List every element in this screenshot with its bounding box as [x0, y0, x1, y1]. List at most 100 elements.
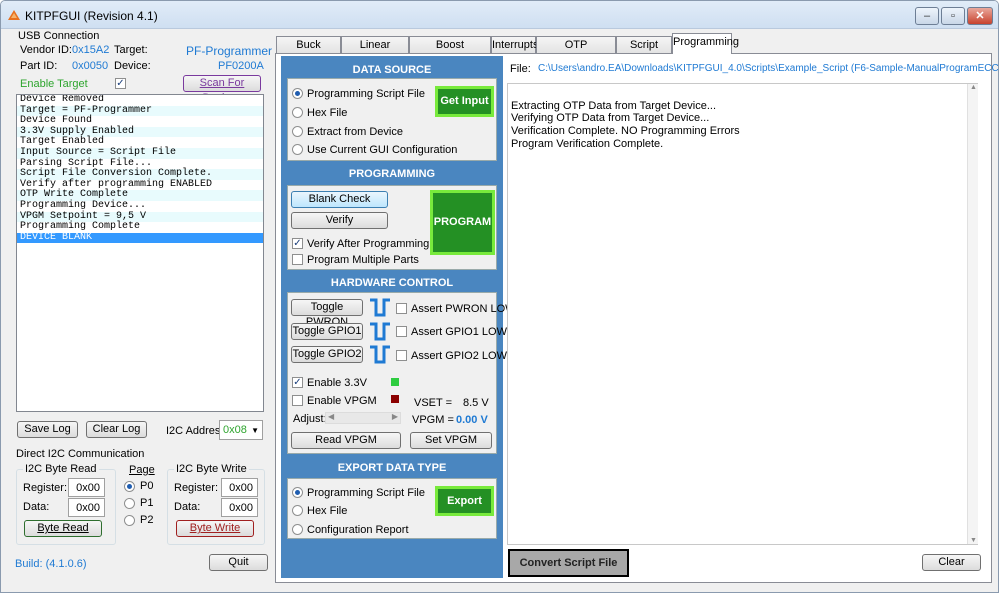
app-icon: [8, 10, 20, 20]
target-label: Target:: [114, 44, 148, 56]
build-label: Build: (4.1.0.6): [15, 558, 87, 570]
device-label: Device:: [114, 60, 151, 72]
toggle-gpio2-button[interactable]: Toggle GPIO2: [291, 346, 363, 363]
pulse-icon: [370, 345, 390, 364]
output-line: Program Verification Complete.: [511, 138, 664, 150]
enable-target-checkbox[interactable]: ✓: [115, 78, 126, 89]
export-report-label: Configuration Report: [307, 524, 409, 536]
page-p2-radio[interactable]: [124, 515, 135, 526]
vset-value: 8.5 V: [463, 397, 489, 409]
scroll-left-icon[interactable]: ◀: [328, 412, 334, 421]
vset-label: VSET =: [414, 397, 453, 409]
pulse-icon: [370, 298, 390, 317]
program-multiple-label: Program Multiple Parts: [307, 254, 419, 266]
verify-button[interactable]: Verify: [291, 212, 388, 229]
assert-pwron-label: Assert PWRON LOW: [411, 303, 516, 315]
status-led-vpgm: [391, 395, 399, 403]
write-data-label: Data:: [174, 501, 201, 513]
vendor-id-label: Vendor ID:: [20, 44, 72, 56]
page-p2-label: P2: [140, 514, 154, 526]
main-window: KITPFGUI (Revision 4.1) – ▫ ✕ USB Connec…: [0, 0, 999, 593]
assert-pwron-checkbox[interactable]: [396, 303, 407, 314]
scan-for-devices-button[interactable]: Scan For Devices: [183, 75, 261, 104]
export-script-radio[interactable]: [292, 487, 303, 498]
tab-linear-supplies[interactable]: Linear Supplies: [341, 36, 409, 67]
vpgm-value: 0.00 V: [456, 414, 488, 426]
log-line[interactable]: DEVICE BLANK: [17, 232, 263, 244]
byte-read-button[interactable]: Byte Read: [24, 520, 102, 537]
export-report-radio[interactable]: [292, 524, 303, 535]
export-data-type-title: EXPORT DATA TYPE: [337, 462, 447, 474]
maximize-button[interactable]: ▫: [941, 7, 965, 25]
output-scrollbar[interactable]: ▲ ▼: [967, 84, 978, 544]
minimize-button[interactable]: –: [915, 7, 939, 25]
enable-vpgm-checkbox[interactable]: [292, 395, 303, 406]
assert-gpio2-label: Assert GPIO2 LOW: [411, 350, 507, 362]
source-script-radio[interactable]: [292, 88, 303, 99]
enable-33v-checkbox[interactable]: ✓: [292, 377, 303, 388]
page-p0-radio[interactable]: [124, 481, 135, 492]
verify-after-programming-label: Verify After Programming: [307, 238, 430, 250]
log-line[interactable]: Programming Device...: [17, 200, 263, 212]
source-script-label: Programming Script File: [307, 88, 425, 100]
save-log-button[interactable]: Save Log: [17, 421, 78, 438]
scroll-right-icon[interactable]: ▶: [392, 412, 398, 421]
read-data-input[interactable]: 0x00: [68, 498, 105, 517]
set-vpgm-button[interactable]: Set VPGM: [410, 432, 492, 449]
clear-log-button[interactable]: Clear Log: [86, 421, 147, 438]
page-p1-label: P1: [140, 497, 154, 509]
export-hex-radio[interactable]: [292, 505, 303, 516]
verify-after-programming-checkbox[interactable]: ✓: [292, 238, 303, 249]
source-gui-radio[interactable]: [292, 144, 303, 155]
export-button[interactable]: Export: [435, 486, 494, 516]
vpgm-adjust-scrollbar[interactable]: ◀ ▶: [325, 412, 401, 424]
log-line[interactable]: Input Source = Script File: [17, 147, 263, 159]
clear-output-button[interactable]: Clear: [922, 554, 981, 571]
log-list[interactable]: Device Removed Target = PF-Programmer Devi…: [16, 94, 264, 412]
tab-script-editor[interactable]: Script Editor: [616, 36, 672, 67]
vendor-id-value: 0x15A2: [72, 44, 110, 56]
toggle-pwron-button[interactable]: Toggle PWRON: [291, 299, 363, 328]
output-textbox[interactable]: [507, 83, 978, 545]
pulse-icon: [370, 322, 390, 341]
assert-gpio1-checkbox[interactable]: [396, 326, 407, 337]
read-data-label: Data:: [23, 501, 50, 513]
hardware-control-title: HARDWARE CONTROL: [330, 277, 454, 289]
vpgm-label: VPGM =: [412, 414, 454, 426]
source-extract-label: Extract from Device: [307, 126, 403, 138]
read-vpgm-button[interactable]: Read VPGM: [291, 432, 401, 449]
blank-check-button[interactable]: Blank Check: [291, 191, 388, 208]
tab-programming[interactable]: Programming: [672, 33, 739, 54]
close-button[interactable]: ✕: [967, 7, 993, 25]
tab-buck-supplies[interactable]: Buck Supplies: [276, 36, 341, 67]
toggle-gpio1-button[interactable]: Toggle GPIO1: [291, 323, 363, 340]
file-path: C:\Users\andro.EA\Downloads\KITPFGUI_4.0…: [538, 63, 999, 74]
enable-33v-label: Enable 3.3V: [307, 377, 367, 389]
byte-write-button[interactable]: Byte Write: [176, 520, 254, 537]
i2c-address-select[interactable]: 0x08 ▼: [219, 420, 263, 440]
quit-button[interactable]: Quit: [209, 554, 268, 571]
title-bar[interactable]: KITPFGUI (Revision 4.1) – ▫ ✕: [1, 1, 998, 29]
write-register-input[interactable]: 0x00: [221, 478, 258, 497]
assert-gpio2-checkbox[interactable]: [396, 350, 407, 361]
get-input-button[interactable]: Get Input: [435, 86, 494, 117]
log-line[interactable]: Device Removed: [17, 95, 263, 106]
source-hex-radio[interactable]: [292, 107, 303, 118]
tab-interrupts[interactable]: Interrupts: [491, 36, 538, 53]
output-line: Extracting OTP Data from Target Device..…: [511, 100, 717, 112]
device-value: PF0200A: [218, 60, 264, 72]
read-register-input[interactable]: 0x00: [68, 478, 105, 497]
program-multiple-checkbox[interactable]: [292, 254, 303, 265]
scroll-up-icon[interactable]: ▲: [970, 84, 977, 91]
window-title: KITPFGUI (Revision 4.1): [25, 9, 158, 23]
page-p1-radio[interactable]: [124, 498, 135, 509]
page-p0-label: P0: [140, 480, 154, 492]
convert-script-file-button[interactable]: Convert Script File: [508, 549, 629, 577]
scroll-down-icon[interactable]: ▼: [970, 537, 977, 544]
part-id-label: Part ID:: [20, 60, 58, 72]
write-data-input[interactable]: 0x00: [221, 498, 258, 517]
program-button[interactable]: PROGRAM: [430, 190, 495, 255]
tab-otp-configuration[interactable]: OTP Configuration: [536, 36, 616, 67]
tab-boost-supply[interactable]: Boost Supply/Misc: [409, 36, 491, 67]
source-extract-radio[interactable]: [292, 126, 303, 137]
